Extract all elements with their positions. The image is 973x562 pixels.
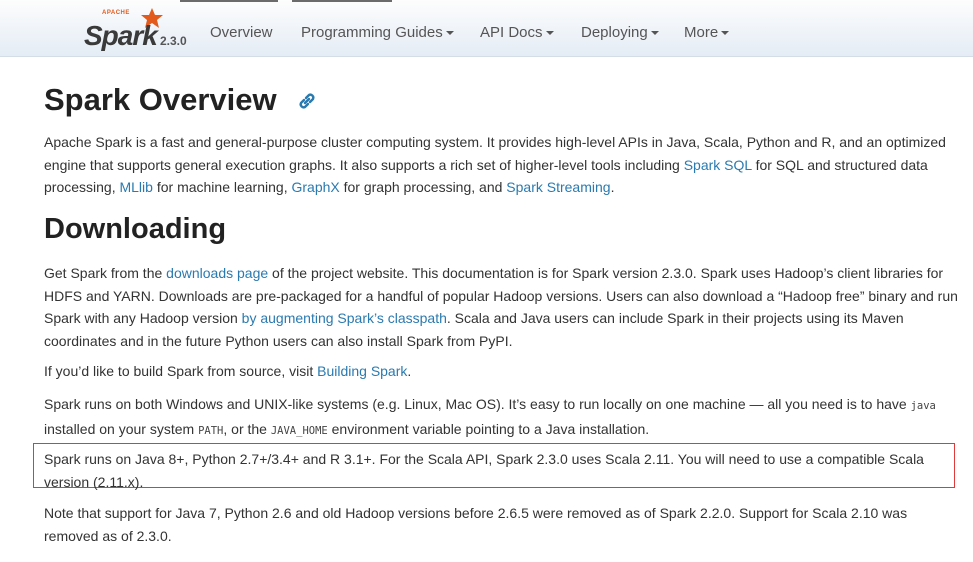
spark-logo[interactable]: APACHE Spark 2.3.0	[84, 6, 194, 52]
link-mllib[interactable]: MLlib	[119, 179, 152, 195]
downloading-paragraph-4: Spark runs on Java 8+, Python 2.7+/3.4+ …	[44, 451, 924, 490]
text-segment: , or the	[223, 420, 271, 437]
anchor-link-icon[interactable]	[296, 90, 318, 112]
browser-tab-strip	[292, 0, 392, 2]
text-segment: Spark runs on both Windows and UNIX-like…	[44, 396, 911, 412]
link-downloads-page[interactable]: downloads page	[166, 265, 268, 281]
brand-apache-label: APACHE	[102, 10, 130, 16]
text-segment: If you’d like to build Spark from source…	[44, 363, 318, 379]
code-java-home: JAVA_HOME	[270, 424, 328, 437]
downloading-paragraph-2: If you’d like to build Spark from source…	[44, 360, 962, 383]
downloading-paragraph-5: Note that support for Java 7, Python 2.6…	[44, 505, 908, 544]
nav-label: Deploying	[581, 24, 648, 41]
link-spark-sql[interactable]: Spark SQL	[684, 157, 752, 173]
nav-label: API Docs	[480, 24, 543, 41]
intro-paragraph: Apache Spark is a fast and general-purpo…	[44, 131, 962, 199]
downloading-paragraph-3: Spark runs on both Windows and UNIX-like…	[44, 393, 962, 442]
nav-programming-guides[interactable]: Programming Guides	[301, 24, 454, 41]
brand-version: 2.3.0	[160, 34, 187, 48]
nav-overview[interactable]: Overview	[210, 24, 273, 41]
caret-down-icon	[545, 31, 554, 36]
link-augmenting-classpath[interactable]: by augmenting Spark’s classpath	[242, 310, 447, 326]
text-segment: .	[407, 363, 412, 379]
nav-label: More	[684, 24, 719, 41]
downloading-paragraph-1: Get Spark from the downloads page of the…	[44, 262, 962, 352]
nav-deploying[interactable]: Deploying	[581, 24, 659, 41]
text-segment: environment variable pointing to a Java …	[327, 420, 650, 437]
caret-down-icon	[445, 31, 454, 36]
caret-down-icon	[721, 31, 730, 36]
brand-wordmark: Spark	[84, 20, 158, 51]
text-segment: Get Spark from the	[44, 265, 167, 281]
text-segment: installed on your system	[44, 420, 199, 437]
link-spark-streaming[interactable]: Spark Streaming	[506, 179, 610, 195]
nav-label: Programming Guides	[301, 24, 443, 41]
link-graphx[interactable]: GraphX	[291, 179, 339, 195]
link-building-spark[interactable]: Building Spark	[317, 363, 407, 379]
nav-label: Overview	[210, 24, 273, 41]
text-segment: .	[610, 179, 615, 195]
caret-down-icon	[650, 31, 659, 36]
top-navbar: APACHE Spark 2.3.0 Overview Programming …	[0, 0, 973, 57]
code-java: java	[910, 400, 936, 412]
code-path: PATH	[198, 424, 224, 437]
nav-more[interactable]: More	[684, 24, 730, 41]
text-segment: for machine learning,	[152, 179, 292, 195]
nav-api-docs[interactable]: API Docs	[480, 24, 554, 41]
text-segment: for graph processing, and	[339, 179, 507, 195]
section-heading-downloading: Downloading	[44, 213, 227, 245]
browser-tab-strip	[180, 0, 278, 2]
page-title: Spark Overview	[44, 82, 277, 117]
